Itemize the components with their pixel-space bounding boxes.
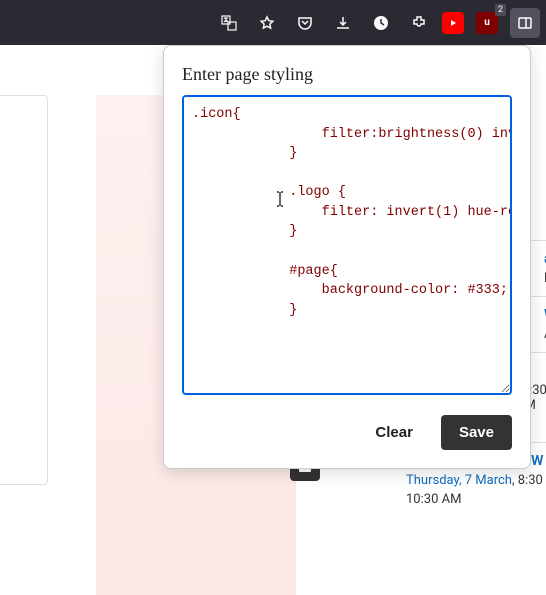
clock-icon[interactable] bbox=[366, 8, 396, 38]
ublock-icon[interactable]: u 2 bbox=[472, 8, 502, 38]
popup-title: Enter page styling bbox=[182, 64, 512, 85]
popup-actions: Clear Save bbox=[182, 415, 512, 450]
css-textarea[interactable] bbox=[182, 95, 512, 395]
pocket-icon[interactable] bbox=[290, 8, 320, 38]
youtube-icon[interactable] bbox=[442, 12, 464, 34]
sidebar-toggle-icon[interactable] bbox=[510, 8, 540, 38]
downloads-icon[interactable] bbox=[328, 8, 358, 38]
extensions-icon[interactable] bbox=[404, 8, 434, 38]
clear-button[interactable]: Clear bbox=[357, 415, 431, 450]
bookmark-star-icon[interactable] bbox=[252, 8, 282, 38]
event-time2: 10:30 AM bbox=[406, 492, 546, 507]
browser-toolbar: u 2 bbox=[0, 0, 546, 45]
ublock-badge: 2 bbox=[495, 4, 506, 16]
translate-icon[interactable] bbox=[214, 8, 244, 38]
save-button[interactable]: Save bbox=[441, 415, 512, 450]
styling-popup: Enter page styling Clear Save bbox=[163, 45, 531, 469]
bg-card bbox=[0, 95, 48, 485]
event-time: Thursday, 7 March, 8:30 AM bbox=[406, 473, 546, 488]
